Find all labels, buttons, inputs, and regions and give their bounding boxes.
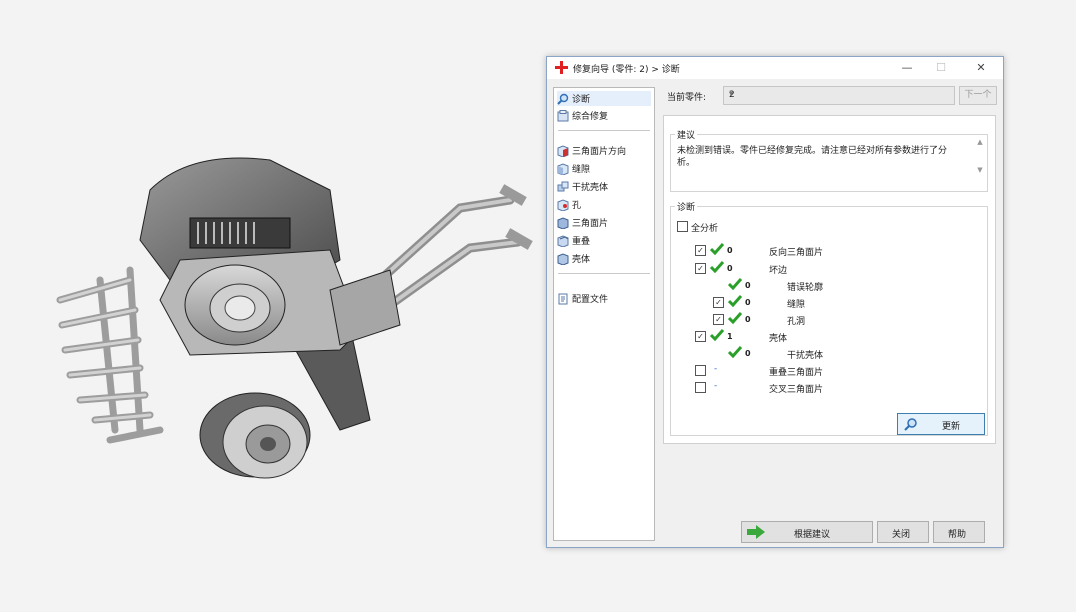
sidebar-item-hole[interactable]: 孔 [557,197,651,212]
sidebar-separator [558,130,650,131]
interfering-shell-icon [557,181,569,191]
diagnosis-panel: 建议 未检测到错误。零件已经修复完成。请注意已经对所有参数进行了分析。 ▲ ▼ … [663,115,996,444]
diag-row-count: 0 [745,315,751,324]
repair-icon [557,109,569,121]
check-ok-icon [728,295,742,307]
current-part-select[interactable]: 2 ▾ [723,86,955,105]
wizard-sidebar: 诊断 综合修复 三角面片方向 缝隙 干扰壳体 孔 三角面片 重叠 壳体 配置文件 [553,87,655,541]
diag-row-label: 反向三角面片 [769,248,824,258]
scroll-down-icon: ▼ [977,166,983,174]
maximize-button[interactable]: ☐ [925,59,957,77]
sidebar-item-label: 三角面片方向 [572,147,627,157]
triangle-icon [557,216,569,229]
close-button-label: 关闭 [892,530,911,540]
diag-row-count: 0 [727,264,733,273]
diag-row-count: 1 [727,332,733,341]
chevron-down-icon: ▾ [729,89,734,98]
suggestion-title: 建议 [675,128,698,141]
diag-row-label: 孔洞 [787,317,806,327]
sidebar-item-label: 三角面片 [572,219,609,229]
close-window-button[interactable]: ✕ [965,59,997,77]
sidebar-item-profile[interactable]: 配置文件 [557,291,651,306]
gap-icon [557,162,569,175]
diag-row-label: 缝隙 [787,300,806,310]
sidebar-item-label: 缝隙 [572,165,591,175]
sidebar-item-gap[interactable]: 缝隙 [557,161,651,176]
sidebar-item-comprehensive-repair[interactable]: 综合修复 [557,108,651,123]
sidebar-item-diagnose[interactable]: 诊断 [557,91,651,106]
diag-row-checkbox[interactable] [695,382,706,393]
diag-row-label: 壳体 [769,334,788,344]
minimize-button[interactable]: — [891,59,923,77]
next-button[interactable]: 下一个 [959,86,997,105]
follow-suggestion-button[interactable]: 根据建议 [741,521,873,543]
sidebar-item-label: 孔 [572,201,582,211]
close-button[interactable]: 关闭 [877,521,929,543]
magnifier-icon [904,418,917,431]
diag-row-label: 交叉三角面片 [769,385,824,395]
diag-row-label: 错误轮廓 [787,283,824,293]
update-button-label: 更新 [942,422,961,432]
check-ok-icon [728,278,742,290]
full-analysis-label: 全分析 [691,224,719,234]
tiller-3d-model [56,157,533,479]
sidebar-item-interfering-shell[interactable]: 干扰壳体 [557,179,651,194]
triangle-direction-icon [557,144,569,157]
diag-row-checkbox[interactable]: ✓ [713,314,724,325]
magnifier-icon [557,93,569,105]
diag-row-count: 0 [727,246,733,255]
full-analysis-checkbox[interactable] [677,221,688,232]
sidebar-item-shell[interactable]: 壳体 [557,251,651,266]
app-logo-icon [555,61,568,74]
sidebar-item-label: 重叠 [572,237,591,247]
diagnosis-group: 诊断 全分析 ✓ 0 反向三角面片 ✓ 0 坏边 0 错误轮廓 ✓ 0 缝隙 ✓ [670,200,988,436]
wheel [199,392,311,479]
sidebar-item-label: 诊断 [572,95,591,105]
shell-icon [557,252,569,265]
diag-row-count: 0 [745,349,751,358]
diag-row-label: 重叠三角面片 [769,368,824,378]
check-ok-icon [728,312,742,324]
diag-row-label: 坏边 [769,266,788,276]
profile-icon [558,293,568,304]
diag-row-checkbox[interactable] [695,365,706,376]
overlap-icon [557,234,569,247]
follow-suggestion-label: 根据建议 [794,530,831,540]
suggestion-group: 建议 未检测到错误。零件已经修复完成。请注意已经对所有参数进行了分析。 ▲ ▼ [670,128,988,192]
check-ok-icon [710,243,724,255]
suggestion-scrollbar[interactable]: ▲ ▼ [975,138,985,182]
title-bar: 修复向导 (零件: 2) > 诊断 — ☐ ✕ [547,57,1003,79]
check-ok-icon [710,261,724,273]
diag-row-checkbox[interactable]: ✓ [713,297,724,308]
check-ok-icon [728,346,742,358]
arrow-right-icon [747,525,765,539]
diag-row-count: 0 [745,281,751,290]
sidebar-item-triangle-direction[interactable]: 三角面片方向 [557,143,651,158]
sidebar-item-label: 干扰壳体 [572,183,609,193]
help-button-label: 帮助 [948,530,967,540]
sidebar-separator [558,273,650,274]
diag-row-label: 干扰壳体 [787,351,824,361]
sidebar-item-label: 壳体 [572,255,591,265]
diagnosis-title: 诊断 [675,200,698,213]
diag-row-count: - [714,364,718,374]
sidebar-item-label: 配置文件 [572,295,609,305]
diag-row-count: 0 [745,298,751,307]
suggestion-text: 未检测到错误。零件已经修复完成。请注意已经对所有参数进行了分析。 [677,146,948,168]
check-ok-icon [710,329,724,341]
window-title: 修复向导 (零件: 2) > 诊断 [573,65,680,75]
diag-row-count: - [714,381,718,391]
current-part-label: 当前零件: [667,93,707,103]
update-button[interactable]: 更新 [897,413,985,435]
help-button[interactable]: 帮助 [933,521,985,543]
repair-wizard-window: 修复向导 (零件: 2) > 诊断 — ☐ ✕ 诊断 综合修复 三角面片方向 缝… [546,56,1004,548]
diag-row-checkbox[interactable]: ✓ [695,245,706,256]
sidebar-item-triangle[interactable]: 三角面片 [557,215,651,230]
diag-row-checkbox[interactable]: ✓ [695,263,706,274]
scroll-up-icon: ▲ [977,138,983,146]
sidebar-item-label: 综合修复 [572,112,609,122]
sidebar-item-overlap[interactable]: 重叠 [557,233,651,248]
hole-icon [557,198,569,211]
diag-row-checkbox[interactable]: ✓ [695,331,706,342]
